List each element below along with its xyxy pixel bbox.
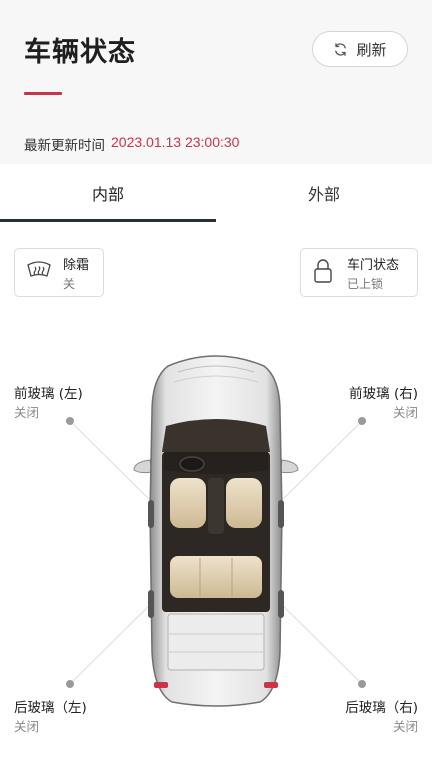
front-left-window-dot bbox=[66, 417, 74, 425]
lock-icon bbox=[313, 258, 333, 288]
update-time: 2023.01.13 23:00:30 bbox=[111, 134, 240, 150]
refresh-icon bbox=[333, 42, 348, 57]
front-right-window-label: 前玻璃 (右) bbox=[349, 386, 418, 402]
rear-left-window-dot bbox=[66, 680, 74, 688]
rear-left-window-label: 后玻璃（左) bbox=[14, 700, 87, 716]
rear-right-window-dot bbox=[358, 680, 366, 688]
tab-interior[interactable]: 内部 bbox=[0, 164, 216, 222]
door-status-card[interactable]: 车门状态 已上锁 bbox=[300, 248, 418, 297]
rear-left-window-state: 关闭 bbox=[14, 719, 40, 734]
defrost-title: 除霜 bbox=[63, 257, 90, 273]
update-label: 最新更新时间 bbox=[24, 138, 105, 154]
front-right-window-state: 关闭 bbox=[392, 405, 418, 420]
update-row: 最新更新时间 2023.01.13 23:00:30 bbox=[24, 134, 239, 154]
tab-active-indicator bbox=[0, 219, 216, 222]
door-status-title: 车门状态 bbox=[347, 257, 400, 273]
title-underline bbox=[24, 92, 62, 95]
front-left-window-state: 关闭 bbox=[14, 405, 40, 420]
front-left-window-label: 前玻璃 (左) bbox=[14, 386, 83, 402]
header: 车辆状态 刷新 最新更新时间 2023.01.13 23:00:30 bbox=[0, 0, 432, 164]
tab-bar: 内部 外部 bbox=[0, 164, 432, 222]
refresh-button[interactable]: 刷新 bbox=[312, 31, 408, 67]
refresh-label: 刷新 bbox=[356, 40, 387, 59]
defrost-icon bbox=[25, 259, 53, 287]
defrost-card[interactable]: 除霜 关 bbox=[14, 248, 104, 297]
front-right-window-dot bbox=[358, 417, 366, 425]
car-top-view-image bbox=[133, 355, 299, 707]
rear-right-window-state: 关闭 bbox=[392, 719, 418, 734]
page-title: 车辆状态 bbox=[24, 37, 136, 68]
door-status-value: 已上锁 bbox=[347, 276, 384, 291]
defrost-value: 关 bbox=[63, 276, 76, 291]
rear-right-window-label: 后玻璃（右) bbox=[345, 700, 418, 716]
tab-exterior[interactable]: 外部 bbox=[216, 164, 432, 222]
